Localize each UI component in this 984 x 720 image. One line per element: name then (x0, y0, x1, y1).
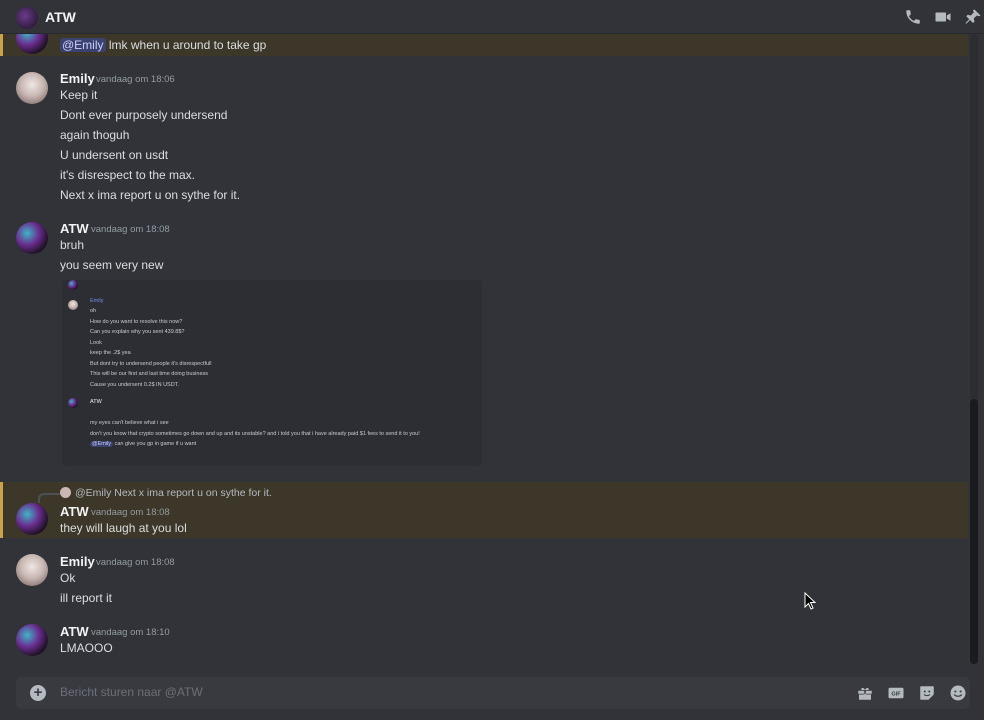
phone-icon[interactable] (904, 8, 922, 26)
avatar (60, 487, 71, 498)
message-line: @Emily lmk when u around to take gp (60, 38, 267, 52)
attachment-line: This will be our first and last time doi… (90, 371, 208, 377)
message-line: Dont ever purposely undersend (60, 108, 228, 122)
scrollbar-thumb[interactable] (970, 399, 978, 664)
message-author[interactable]: ATW (60, 624, 89, 639)
attachment-line: Look (90, 340, 102, 346)
attachment-line: don't you know that crypto sometimes go … (90, 431, 420, 437)
avatar[interactable] (16, 624, 48, 656)
reply-text: Next x ima report u on sythe for it. (114, 487, 272, 499)
user-mention[interactable]: @Emily (60, 38, 106, 52)
avatar[interactable] (16, 72, 48, 104)
message-input[interactable]: Bericht sturen naar @ATW (60, 685, 203, 699)
attachment-author: ATW (90, 399, 102, 405)
attachment-line: oh (90, 308, 97, 314)
message-line: LMAOOO (60, 641, 113, 655)
message-line: you seem very new (60, 258, 164, 272)
message-author[interactable]: Emily (60, 71, 95, 86)
attachment-line: But dont try to undersend people it's di… (90, 361, 212, 367)
avatar[interactable] (16, 554, 48, 586)
video-icon[interactable] (934, 8, 952, 26)
message-timestamp: vandaag om 18:08 (96, 557, 175, 568)
message-timestamp: vandaag om 18:08 (91, 224, 170, 235)
dm-avatar[interactable] (16, 7, 38, 29)
message-line: ill report it (60, 591, 113, 605)
scrollbar[interactable] (970, 34, 978, 664)
attachment-avatar (68, 398, 78, 408)
attachment-line: Can you explain why you sent 439.8$? (90, 329, 185, 335)
reply-preview[interactable]: @Emily Next x ima report u on sythe for … (60, 487, 272, 499)
gif-icon[interactable]: GIF (887, 684, 905, 702)
attachment-avatar (68, 300, 78, 310)
attachment-line: Cause you undersent 0.2$ IN USDT. (90, 382, 179, 388)
attachment-line: keep the .2$ yea (90, 350, 131, 356)
message-timestamp: vandaag om 18:08 (91, 507, 170, 518)
message-line: Keep it (60, 88, 98, 102)
message-list[interactable]: @Emily lmk when u around to take gp Emil… (0, 34, 970, 674)
message-timestamp: vandaag om 18:10 (91, 627, 170, 638)
user-mention: @Emily (90, 441, 114, 447)
pin-icon[interactable] (964, 8, 982, 26)
message-line: again thoguh (60, 128, 130, 142)
avatar[interactable] (16, 503, 48, 535)
message-author[interactable]: ATW (60, 504, 89, 519)
message-line: bruh (60, 238, 85, 252)
avatar[interactable] (16, 222, 48, 254)
attachment-line: How do you want to resolve this now? (90, 319, 183, 325)
message-line: Next x ima report u on sythe for it. (60, 188, 241, 202)
message-timestamp: vandaag om 18:06 (96, 74, 175, 85)
reply-author: @Emily (75, 487, 112, 499)
message-line: it's disrespect to the max. (60, 168, 196, 182)
mouse-cursor-icon (804, 592, 816, 610)
attachment-line: @Emily can give you gp in game if u want (90, 441, 197, 447)
channel-header: ATW (0, 0, 984, 34)
message-line: they will laugh at you lol (60, 521, 187, 535)
message-composer[interactable]: + Bericht sturen naar @ATW GIF (16, 677, 970, 709)
sticker-icon[interactable] (918, 684, 936, 702)
attachment-avatar (68, 280, 78, 290)
message-line: U undersent on usdt (60, 148, 169, 162)
svg-text:GIF: GIF (891, 692, 901, 698)
message-line: Ok (60, 571, 76, 585)
message-author[interactable]: Emily (60, 554, 95, 569)
gift-icon[interactable] (856, 684, 874, 702)
add-icon[interactable]: + (30, 685, 46, 701)
attachment-line: my eyes can't believe what i see (90, 420, 169, 426)
channel-title: ATW (45, 9, 76, 25)
image-attachment[interactable]: Emily oh How do you want to resolve this… (62, 280, 482, 466)
reply-connector (38, 493, 60, 503)
attachment-author: Emily (90, 298, 104, 304)
emoji-icon[interactable] (949, 684, 967, 702)
message-author[interactable]: ATW (60, 221, 89, 236)
